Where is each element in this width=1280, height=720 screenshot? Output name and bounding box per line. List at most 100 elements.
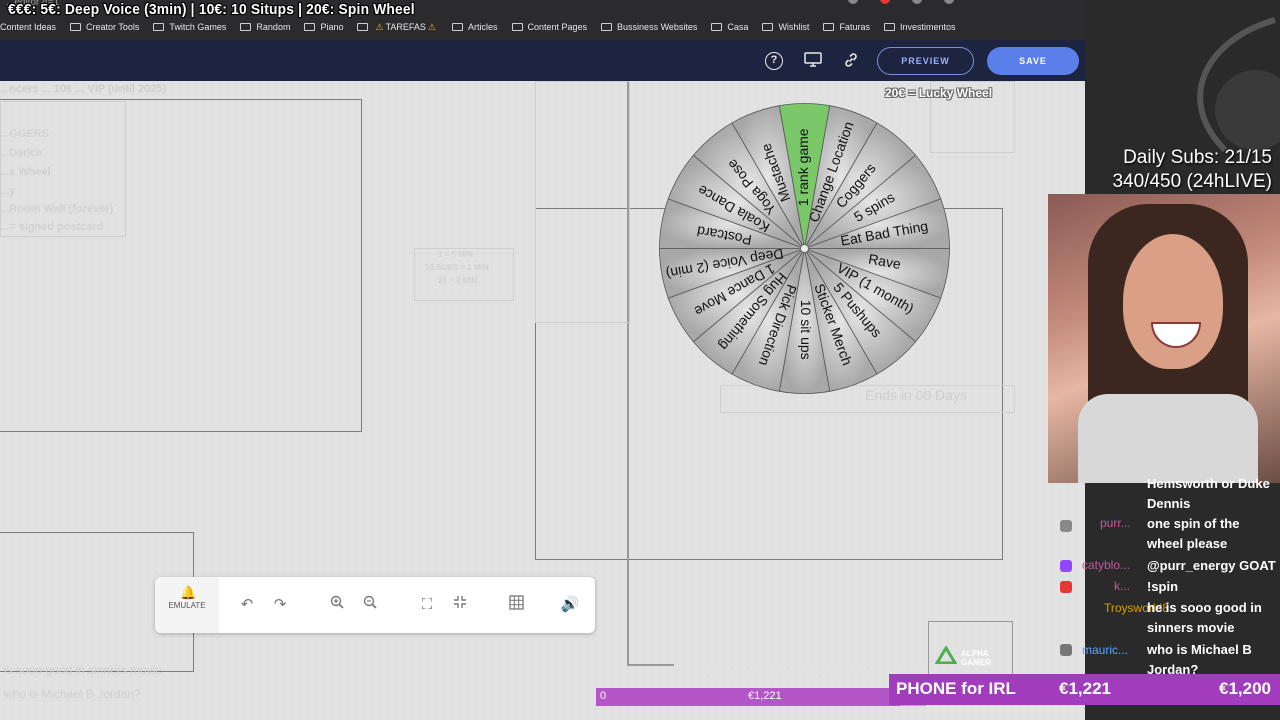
warning-icon: ⚠	[427, 21, 436, 32]
widget-frame[interactable]	[535, 81, 630, 323]
progress-start: 0	[600, 690, 607, 702]
ghost-text: is sooo good in sinners movie	[4, 663, 163, 677]
folder-icon	[451, 23, 463, 31]
alpha-gamer-logo-icon	[934, 645, 958, 665]
editor-toolbar: ? PREVIEW SAVE	[0, 40, 1085, 81]
bookmark-twitch-games[interactable]: Twitch Games	[153, 22, 226, 32]
folder-icon	[153, 23, 165, 31]
link-icon[interactable]	[842, 52, 860, 70]
guide-line	[627, 664, 674, 666]
phone-goal-target: €1,200	[1219, 679, 1271, 698]
bookmark-creator-tools[interactable]: Creator Tools	[70, 22, 139, 32]
help-icon[interactable]: ?	[765, 52, 783, 70]
widget-frame[interactable]: ALPHA GAMER	[928, 621, 1013, 681]
emulate-button[interactable]: 🔔 EMULATE	[155, 577, 219, 633]
chat-message: he is sooo good in sinners movie	[1147, 600, 1262, 635]
ghost-text: ...y	[0, 185, 16, 197]
fullscreen-icon[interactable]: ⛶	[417, 595, 437, 615]
bookmark-faturas[interactable]: Faturas	[823, 22, 870, 32]
folder-icon	[823, 23, 835, 31]
ghost-text: ...ncers ... 10€ ... VIP (until 2025)	[0, 83, 167, 95]
folder-icon	[762, 23, 774, 31]
bookmark-content-pages[interactable]: Content Pages	[511, 22, 587, 32]
lucky-wheel-label: 20€ = Lucky Wheel	[885, 86, 993, 100]
save-button[interactable]: SAVE	[987, 47, 1079, 75]
chat-message: !spin	[1147, 579, 1179, 594]
badge-icon	[1060, 520, 1072, 532]
bookmark-bussiness-websites[interactable]: Bussiness Websites	[601, 22, 697, 32]
ghost-text: ...GGERS	[0, 128, 49, 140]
badge-icon	[1060, 644, 1072, 656]
daily-subs-counter: Daily Subs: 21/15 340/450 (24hLIVE)	[1112, 147, 1272, 192]
ghost-text: 1 = 5 MIN	[438, 250, 473, 259]
chat-message: @purr_energy GOAT	[1147, 558, 1276, 573]
star-icon[interactable]	[848, 0, 858, 4]
chat-username[interactable]: k...	[1114, 579, 1130, 593]
bookmark-random[interactable]: Random	[240, 22, 290, 32]
profile-icon[interactable]	[944, 0, 954, 4]
extension-icon[interactable]	[912, 0, 922, 4]
ghost-text: 20 = 2 MIN	[438, 276, 478, 285]
volume-icon[interactable]: 🔊	[560, 595, 580, 615]
ghost-text: who is Michael B Jordan?	[4, 687, 141, 701]
wheel-segment-label: 10 sit ups	[798, 300, 814, 360]
browser-window: ...editor?t=1 Content Ideas Creator Tool…	[0, 0, 1085, 720]
warning-icon: ⚠	[375, 21, 384, 32]
zoom-in-icon[interactable]	[327, 595, 347, 615]
bookmarks-list: Content Ideas Creator Tools Twitch Games…	[0, 19, 969, 35]
webcam-shirt	[1078, 394, 1258, 483]
ghost-text: ...Room Wall (forever)	[0, 203, 114, 215]
ghost-text: 10 SUBS = 1 MIN	[425, 263, 489, 272]
ghost-text: ...= signed postcard	[0, 221, 104, 233]
phone-goal-label: PHONE for IRL	[896, 679, 1016, 698]
folder-icon	[883, 23, 895, 31]
bell-icon: 🔔	[180, 585, 197, 600]
monitor-icon[interactable]	[804, 52, 822, 70]
bookmark-wishlist[interactable]: Wishlist	[762, 22, 809, 32]
chat-message: Hemsworth or Duke Dennis	[1147, 476, 1270, 511]
ghost-text: ...Dance	[0, 147, 43, 159]
bookmark-articles[interactable]: Articles	[451, 22, 498, 32]
webcam-feed	[1048, 194, 1280, 483]
ghost-text: ...s Wheel	[0, 166, 51, 178]
spin-wheel[interactable]: 1 rank gameChange LocationCoggers5 spins…	[657, 101, 952, 396]
alpha-gamer-text: ALPHA GAMER	[961, 649, 991, 667]
folder-icon	[357, 23, 369, 31]
badge-icon	[1060, 560, 1072, 572]
wheel-hub	[800, 244, 809, 253]
folder-icon	[511, 23, 523, 31]
folder-icon	[240, 23, 252, 31]
chat-username[interactable]: purr...	[1100, 516, 1131, 530]
bottom-toolbar: 🔔 EMULATE ↶ ↷ ⛶ 🔊	[155, 577, 595, 633]
goal-progress-bar: 0 €1,221	[596, 688, 926, 706]
bookmark-piano[interactable]: Piano	[304, 22, 343, 32]
chat-username[interactable]: mauric...	[1082, 643, 1128, 657]
bookmark-casa[interactable]: Casa	[711, 22, 748, 32]
badge-icon	[1060, 581, 1072, 593]
folder-icon	[601, 23, 613, 31]
folder-icon	[711, 23, 723, 31]
webcam-face	[1123, 234, 1223, 369]
zoom-out-icon[interactable]	[360, 595, 380, 615]
webcam-smile	[1151, 322, 1201, 348]
progress-value: €1,221	[748, 690, 782, 702]
fit-screen-icon[interactable]	[450, 595, 470, 615]
phone-goal-bar: PHONE for IRL €1,221 €1,200	[889, 674, 1280, 705]
stream-donation-title: €€€: 5€: Deep Voice (3min) | 10€: 10 Sit…	[8, 1, 415, 18]
browser-extension-icons	[848, 0, 954, 4]
bookmark-tarefas[interactable]: ⚠ TAREFAS ⚠	[357, 22, 438, 33]
preview-button[interactable]: PREVIEW	[877, 47, 974, 75]
undo-icon[interactable]: ↶	[237, 595, 257, 615]
bookmark-investimentos[interactable]: Investimentos	[883, 22, 955, 32]
extension-icon[interactable]	[880, 0, 890, 4]
folder-icon	[304, 23, 316, 31]
bookmark-content-ideas[interactable]: Content Ideas	[0, 22, 56, 32]
chat-message: one spin of the wheel please	[1147, 516, 1240, 551]
chat-username[interactable]: catyblo...	[1082, 558, 1130, 572]
wheel-segment-label: 1 rank game	[795, 128, 811, 206]
phone-goal-current: €1,221	[1059, 679, 1111, 698]
grid-icon[interactable]	[506, 595, 526, 615]
bookmarks-bar: ...editor?t=1 Content Ideas Creator Tool…	[0, 0, 1085, 40]
folder-icon	[70, 23, 82, 31]
redo-icon[interactable]: ↷	[270, 595, 290, 615]
